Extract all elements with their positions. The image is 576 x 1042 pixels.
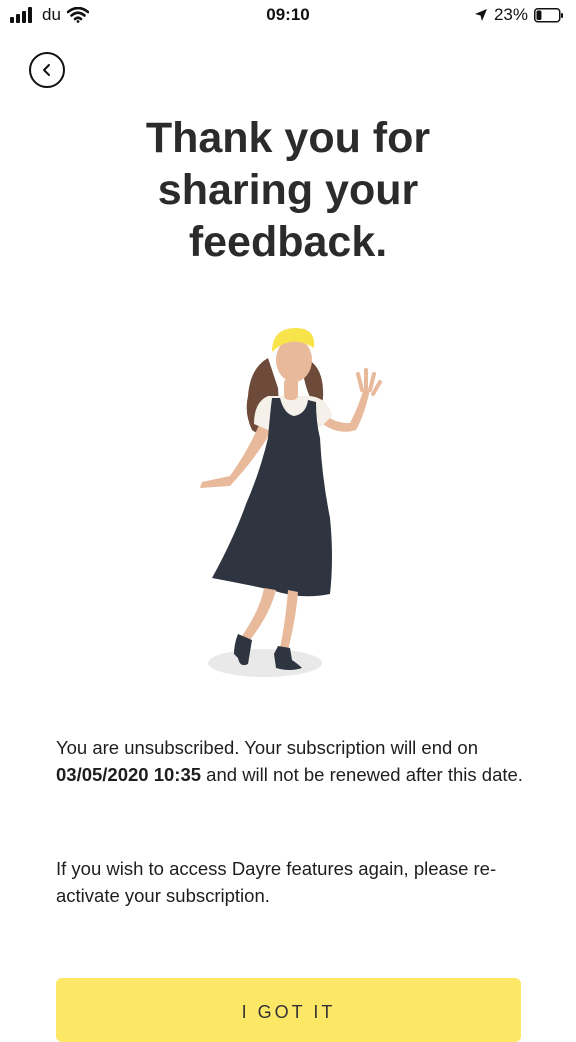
ground-shadow [208,649,322,677]
title-line-1: Thank you for [145,114,431,162]
unsubscribed-message: You are unsubscribed. Your subscription … [56,734,526,788]
chevron-left-icon [43,64,50,76]
title-line-2: sharing your [157,166,419,214]
back-button[interactable] [29,52,65,88]
reactivate-message: If you wish to access Dayre features aga… [56,858,497,906]
got-it-button[interactable]: I GOT IT [56,978,521,1042]
title-line-3: feedback. [188,218,388,266]
page-title: Thank you for sharing your feedback. [60,112,516,268]
unsubscribed-text-a: You are unsubscribed. Your subscription … [56,737,479,758]
left-leg [242,588,276,640]
unsubscribed-text-b: and will not be renewed after this date. [201,764,523,785]
subscription-end-date: 03/05/2020 10:35 [56,764,202,785]
battery-icon [534,7,563,22]
status-right: 23% [474,5,564,25]
woman-waving-illustration [200,328,382,677]
location-arrow-icon [474,9,487,21]
battery-percent: 23% [493,5,528,24]
dress [212,398,332,597]
right-leg [280,590,298,650]
status-bar: du 09:10 23% [0,0,576,32]
